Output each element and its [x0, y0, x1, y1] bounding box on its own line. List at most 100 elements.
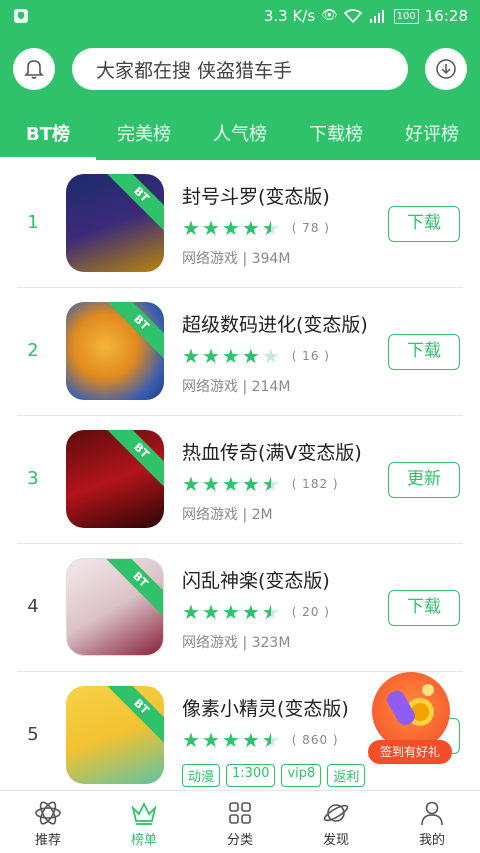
- tag[interactable]: 动漫: [182, 764, 221, 787]
- star-icon: ★: [182, 216, 200, 240]
- app-name: 像素小精灵(变态版): [182, 698, 349, 720]
- tab-rating[interactable]: 好评榜: [384, 118, 480, 160]
- star-icon: ★: [221, 216, 240, 240]
- wifi-icon: [343, 9, 362, 23]
- rating-stars: ★ ★ ★ ★ ★ ( 860 ): [182, 730, 339, 750]
- rating-stars: ★ ★ ★ ★ ★ ( 78 ): [182, 218, 330, 238]
- star-icon: ★: [182, 344, 200, 368]
- star-icon: ★: [201, 600, 220, 624]
- bell-icon: [24, 60, 44, 79]
- star-icon: ★: [241, 472, 260, 496]
- nav-categories[interactable]: 分类: [192, 791, 288, 853]
- download-button[interactable]: 下载: [388, 334, 460, 370]
- bt-badge: BT: [102, 302, 164, 362]
- nav-rankings[interactable]: 榜单: [96, 791, 192, 853]
- nav-profile[interactable]: 我的: [384, 791, 480, 853]
- tag[interactable]: 1:300: [226, 764, 276, 787]
- app-meta: 网络游戏 | 2M: [182, 507, 273, 523]
- star-icon: ★: [221, 344, 240, 368]
- download-button[interactable]: 下载: [388, 206, 460, 242]
- star-icon: ★: [201, 344, 220, 368]
- nav-recommend[interactable]: 推荐: [0, 791, 96, 853]
- rating-count: ( 16 ): [291, 349, 330, 363]
- download-button[interactable]: 下载: [388, 590, 460, 626]
- list-item[interactable]: 3 BT 热血传奇(满V变态版) ★ ★ ★ ★ ★ ( 182 ) 网络游戏 | 2M…: [0, 416, 480, 544]
- user-icon: [421, 801, 443, 826]
- star-icon: ★: [201, 216, 220, 240]
- gift-icon: [372, 672, 450, 750]
- download-manager-button[interactable]: [425, 48, 467, 90]
- star-icon: ★: [221, 600, 240, 624]
- app-icon[interactable]: BT: [66, 302, 164, 400]
- nav-discover[interactable]: 发现: [288, 791, 384, 853]
- header: 大家都在搜 侠盗猎车手 BT榜 完美榜 人气榜 下载榜 好评榜: [0, 32, 480, 160]
- star-icon: ★: [221, 728, 240, 752]
- rating-count: ( 182 ): [291, 477, 339, 491]
- rating-count: ( 78 ): [291, 221, 330, 235]
- half-star-icon: ★: [261, 728, 280, 752]
- list-item[interactable]: 4 BT 闪乱神楽(变态版) ★ ★ ★ ★ ★ ( 20 ) 网络游戏 | 323M …: [0, 544, 480, 672]
- nav-label: 我的: [418, 833, 445, 848]
- star-icon: ★: [241, 600, 260, 624]
- app-icon[interactable]: BT: [66, 558, 164, 656]
- star-icon: ★: [201, 728, 220, 752]
- app-meta: 网络游戏 | 394M: [182, 251, 291, 267]
- tab-downloads[interactable]: 下载榜: [288, 118, 384, 160]
- rating-stars: ★ ★ ★ ★ ★ ( 20 ): [182, 602, 330, 622]
- crown-icon: [131, 801, 157, 825]
- battery-icon: 100: [393, 8, 419, 24]
- update-button[interactable]: 更新: [388, 462, 460, 498]
- star-icon: ★: [241, 216, 260, 240]
- nav-label: 发现: [322, 833, 349, 848]
- app-icon[interactable]: BT: [66, 174, 164, 272]
- tab-bt[interactable]: BT榜: [0, 118, 96, 160]
- network-speed: 3.3 K/s: [263, 7, 316, 25]
- status-bar: 3.3 K/s 👁 100 16:28: [0, 0, 480, 32]
- star-icon: ★: [201, 472, 220, 496]
- notification-button[interactable]: [13, 48, 55, 90]
- grid-icon: [229, 802, 251, 824]
- star-icon: ★: [182, 600, 200, 624]
- tag[interactable]: vip8: [281, 764, 322, 787]
- notification-shield-icon: [14, 9, 28, 23]
- rating-count: ( 20 ): [291, 605, 330, 619]
- signal-icon: [369, 10, 384, 23]
- list-item[interactable]: 1 BT 封号斗罗(变态版) ★ ★ ★ ★ ★ ( 78 ) 网络游戏 | 394M …: [0, 160, 480, 288]
- app-name: 超级数码进化(变态版): [182, 314, 368, 336]
- star-icon: ★: [182, 472, 200, 496]
- app-meta: 网络游戏 | 214M: [182, 379, 291, 395]
- app-icon[interactable]: BT: [66, 430, 164, 528]
- planet-icon: [323, 804, 349, 822]
- gift-label: 签到有好礼: [368, 740, 452, 764]
- bt-badge: BT: [101, 559, 163, 619]
- bt-badge: BT: [102, 174, 164, 234]
- search-input[interactable]: 大家都在搜 侠盗猎车手: [72, 48, 408, 90]
- tag[interactable]: 返利: [327, 764, 366, 787]
- tab-popular[interactable]: 人气榜: [192, 118, 288, 160]
- bt-badge: BT: [102, 686, 164, 746]
- list-item[interactable]: 2 BT 超级数码进化(变态版) ★ ★ ★ ★ ★ ( 16 ) 网络游戏 | 214…: [0, 288, 480, 416]
- sign-in-gift-button[interactable]: 签到有好礼: [368, 672, 452, 766]
- rating-count: ( 860 ): [291, 733, 339, 747]
- rank-number: 5: [27, 724, 39, 745]
- bt-badge: BT: [102, 430, 164, 490]
- app-name: 闪乱神楽(变态版): [182, 570, 330, 592]
- tab-perfect[interactable]: 完美榜: [96, 118, 192, 160]
- clock: 16:28: [424, 7, 468, 25]
- ranking-tabs: BT榜 完美榜 人气榜 下载榜 好评榜: [0, 118, 480, 160]
- app-meta: 网络游戏 | 323M: [182, 635, 291, 651]
- star-icon: ★: [182, 728, 200, 752]
- app-name: 热血传奇(满V变态版): [182, 442, 362, 464]
- half-star-icon: ★: [261, 472, 280, 496]
- rank-number: 2: [27, 340, 39, 361]
- rank-number: 1: [27, 212, 39, 233]
- nav-label: 推荐: [34, 833, 61, 848]
- status-indicators: 3.3 K/s 👁 100 16:28: [264, 7, 468, 25]
- rating-stars: ★ ★ ★ ★ ★ ( 182 ): [182, 474, 339, 494]
- rank-number: 3: [27, 468, 39, 489]
- half-star-icon: ★: [261, 600, 280, 624]
- app-icon[interactable]: BT: [66, 686, 164, 784]
- half-star-icon: ★: [261, 216, 280, 240]
- rank-number: 4: [27, 596, 39, 617]
- search-placeholder: 大家都在搜 侠盗猎车手: [96, 59, 293, 82]
